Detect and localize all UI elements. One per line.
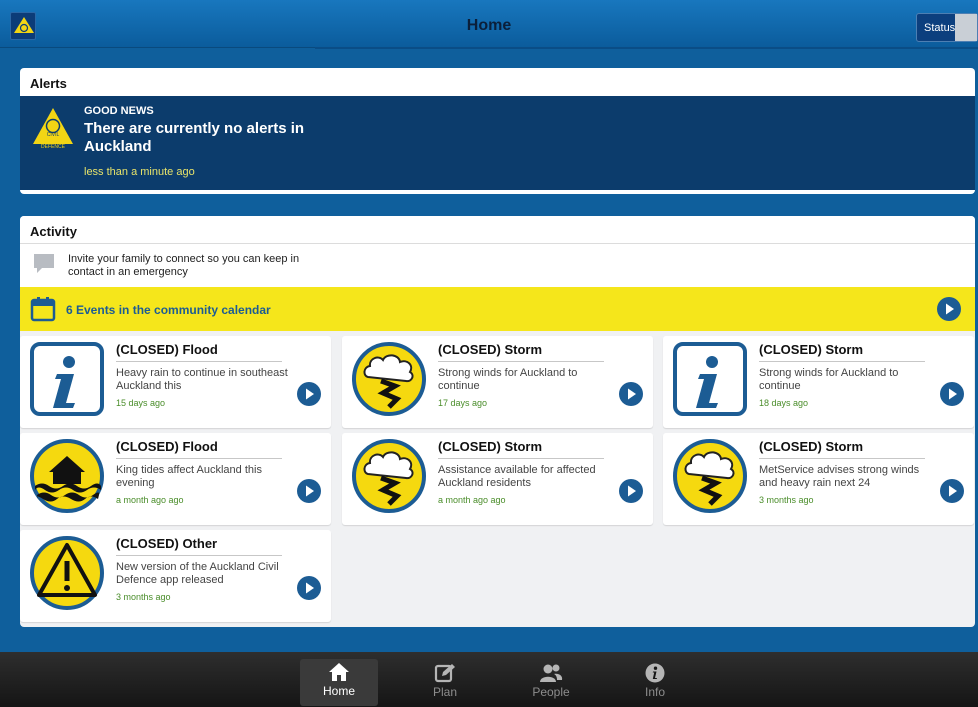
alerts-title: Alerts (30, 76, 67, 91)
info-icon (29, 341, 105, 417)
community-calendar-bar[interactable]: 6 Events in the community calendar (20, 287, 975, 331)
card-divider (759, 361, 925, 362)
card-go-icon[interactable] (940, 382, 964, 411)
card-time: 3 months ago (116, 592, 171, 602)
people-icon (540, 664, 563, 682)
activity-panel: Activity Invite your family to connect s… (20, 216, 975, 627)
flood-icon (29, 438, 105, 514)
status-label: Status (924, 22, 956, 34)
top-bar: Home Status (0, 0, 978, 48)
edit-icon (434, 664, 455, 683)
card-description: Heavy rain to continue in southeast Auck… (116, 367, 288, 392)
alert-card[interactable]: CIVIL DEFENCE GOOD NEWS There are curren… (20, 96, 975, 190)
card-title: (CLOSED) Flood (116, 342, 218, 357)
activity-card[interactable]: (CLOSED) Storm Assistance available for a… (342, 433, 653, 525)
page-title: Home (466, 17, 512, 34)
tab-info-label: Info (644, 685, 665, 699)
bottom-tab-bar: Home Plan People Info (0, 652, 978, 707)
alert-time: less than a minute ago (84, 166, 195, 178)
invite-family-row[interactable]: Invite your family to connect so you can… (20, 244, 975, 287)
tab-plan[interactable]: Plan (406, 660, 484, 707)
activity-card[interactable]: (CLOSED) Storm Strong winds for Auckland … (342, 336, 653, 428)
info-icon (672, 341, 748, 417)
civil-defence-icon: CIVIL DEFENCE (31, 106, 75, 155)
warning-icon (29, 535, 105, 611)
card-go-icon[interactable] (619, 382, 643, 411)
house-icon (329, 663, 349, 681)
storm-icon (351, 341, 427, 417)
card-description: Assistance available for affected Auckla… (438, 464, 596, 489)
card-description: Strong winds for Auckland to continue (759, 367, 899, 392)
card-title: (CLOSED) Storm (438, 439, 542, 454)
card-description: Strong winds for Auckland to continue (438, 367, 578, 392)
info-circle-icon (645, 663, 665, 683)
activity-title: Activity (20, 216, 975, 244)
storm-icon (351, 438, 427, 514)
card-time: 18 days ago (759, 398, 809, 408)
activity-card[interactable]: (CLOSED) Other New version of the Aucklan… (20, 530, 331, 622)
svg-text:DEFENCE: DEFENCE (41, 144, 66, 150)
card-time: 15 days ago (116, 398, 166, 408)
alert-kicker: GOOD NEWS (84, 105, 154, 117)
card-title: (CLOSED) Storm (759, 342, 863, 357)
status-button[interactable]: Status (916, 13, 978, 42)
card-divider (116, 555, 282, 556)
calendar-icon (30, 296, 56, 327)
invite-text: Invite your family to connect so you can… (68, 253, 300, 278)
alerts-panel: Alerts CIVIL DEFENCE GOOD NEWS There are… (20, 68, 975, 194)
tab-people-label: People (532, 685, 570, 699)
activity-card[interactable]: (CLOSED) Storm MetService advises strong … (663, 433, 974, 525)
activity-card[interactable]: (CLOSED) Flood King tides affect Auckland… (20, 433, 331, 525)
card-description: King tides affect Auckland this evening (116, 464, 262, 489)
card-divider (116, 361, 282, 362)
chat-bubble-icon (32, 252, 56, 281)
header-underline (315, 47, 978, 49)
tab-people[interactable]: People (512, 660, 590, 707)
card-time: a month ago ago (438, 495, 506, 505)
tab-home[interactable]: Home (300, 659, 378, 706)
card-divider (116, 458, 282, 459)
card-time: 17 days ago (438, 398, 488, 408)
calendar-text: 6 Events in the community calendar (66, 303, 271, 317)
storm-icon (672, 438, 748, 514)
svg-text:CIVIL: CIVIL (47, 132, 60, 138)
avatar (955, 14, 977, 41)
card-divider (438, 361, 604, 362)
card-description: New version of the Auckland Civil Defenc… (116, 561, 279, 586)
tab-home-label: Home (322, 684, 355, 698)
calendar-go-icon[interactable] (937, 297, 961, 326)
card-go-icon[interactable] (297, 576, 321, 605)
card-go-icon[interactable] (940, 479, 964, 508)
activity-card[interactable]: (CLOSED) Flood Heavy rain to continue in … (20, 336, 331, 428)
card-time: 3 months ago (759, 495, 814, 505)
activity-card[interactable]: (CLOSED) Storm Strong winds for Auckland … (663, 336, 974, 428)
card-go-icon[interactable] (297, 382, 321, 411)
tab-info[interactable]: Info (616, 660, 694, 707)
card-go-icon[interactable] (619, 479, 643, 508)
card-time: a month ago ago (116, 495, 184, 505)
card-title: (CLOSED) Other (116, 536, 218, 551)
card-title: (CLOSED) Storm (759, 439, 863, 454)
card-go-icon[interactable] (297, 479, 321, 508)
card-title: (CLOSED) Flood (116, 439, 218, 454)
card-divider (438, 458, 604, 459)
alert-message: There are currently no alerts in Aucklan… (84, 120, 305, 155)
card-title: (CLOSED) Storm (438, 342, 542, 357)
card-divider (759, 458, 925, 459)
tab-plan-label: Plan (432, 685, 458, 699)
card-description: MetService advises strong winds and heav… (759, 464, 920, 489)
